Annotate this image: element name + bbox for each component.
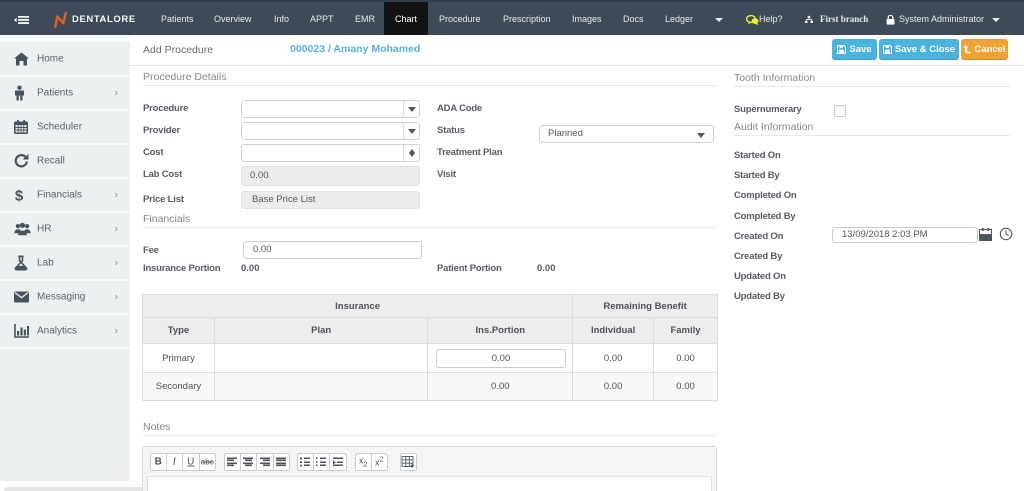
svg-text:$: $ xyxy=(15,188,24,204)
